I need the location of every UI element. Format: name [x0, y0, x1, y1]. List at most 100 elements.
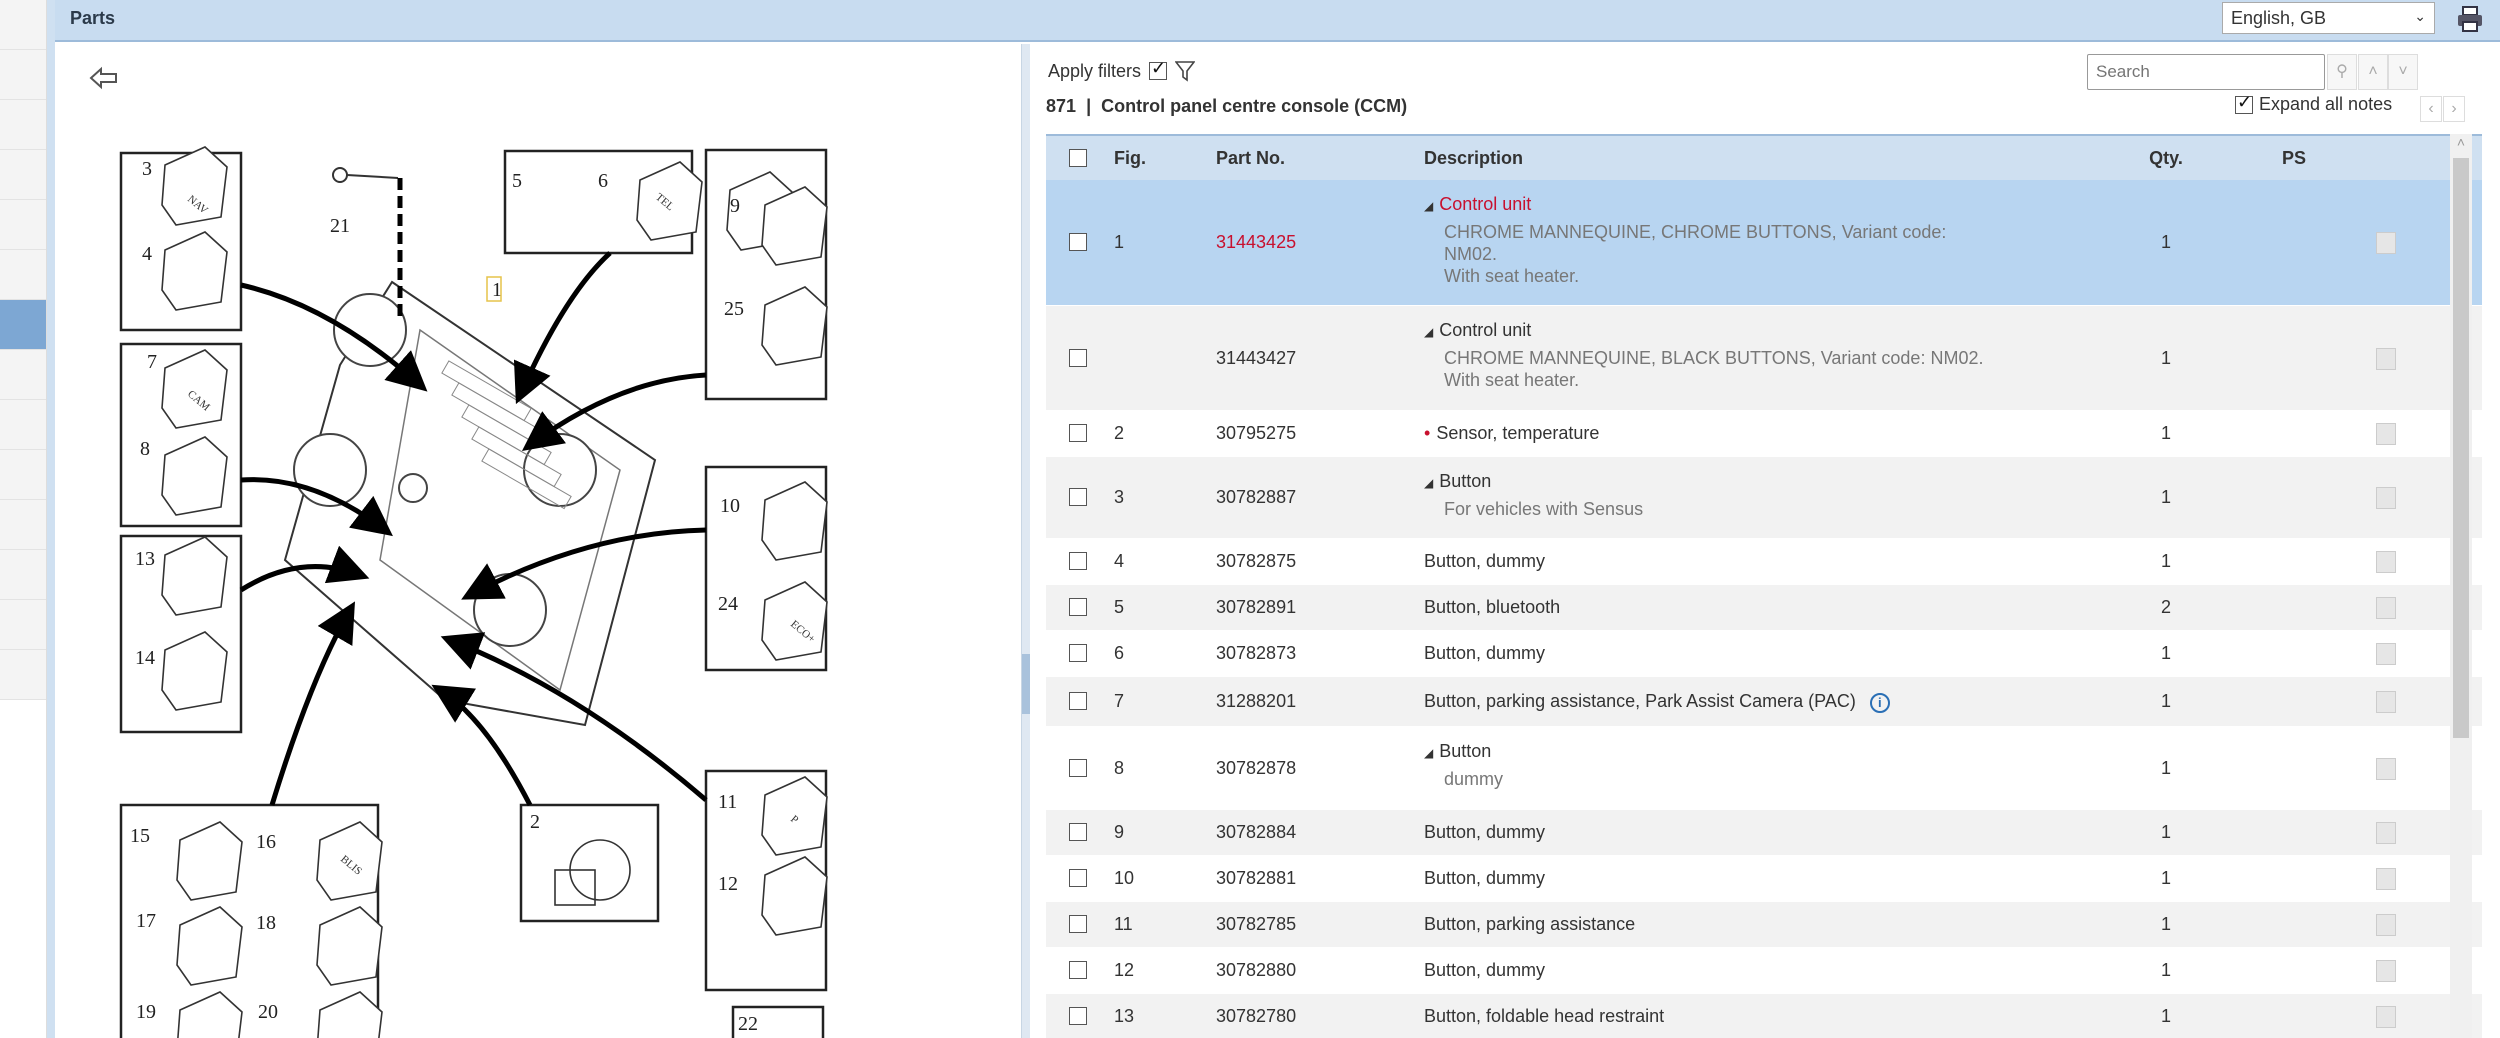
row-checkbox[interactable] — [1069, 1007, 1087, 1025]
callout-label-15[interactable]: 15 — [130, 825, 150, 847]
search-prev-button[interactable]: ˄ — [2358, 54, 2388, 90]
note-page-icon[interactable] — [2376, 423, 2396, 445]
row-checkbox[interactable] — [1069, 692, 1087, 710]
info-icon[interactable]: i — [1869, 693, 1890, 713]
sidebar-item[interactable] — [0, 600, 46, 650]
row-checkbox[interactable] — [1069, 758, 1087, 777]
sidebar-item[interactable] — [0, 450, 46, 500]
callout-label-10[interactable]: 10 — [720, 495, 740, 517]
column-part-no[interactable]: Part No. — [1216, 148, 1285, 169]
sidebar-item[interactable] — [0, 250, 46, 300]
sidebar-item[interactable] — [0, 350, 46, 400]
note-page-icon[interactable] — [2376, 868, 2396, 890]
print-icon[interactable] — [2455, 4, 2485, 34]
row-checkbox[interactable] — [1069, 823, 1087, 841]
callout-label-4[interactable]: 4 — [142, 243, 152, 265]
row-part-no[interactable]: 30782875 — [1216, 551, 1296, 572]
callout-label-7[interactable]: 7 — [147, 351, 157, 373]
callout-label-6[interactable]: 6 — [598, 170, 608, 192]
sidebar-item[interactable] — [0, 400, 46, 450]
row-part-no[interactable]: 31443427 — [1216, 348, 1296, 369]
callout-label-2[interactable]: 2 — [530, 811, 540, 833]
callout-label-14[interactable]: 14 — [135, 647, 155, 669]
row-part-no[interactable]: 30795275 — [1216, 423, 1296, 444]
row-part-no[interactable]: 30782873 — [1216, 643, 1296, 664]
search-input[interactable] — [2087, 54, 2325, 90]
row-checkbox[interactable] — [1069, 961, 1087, 979]
table-row[interactable]: 7 31288201 Button, parking assistance, P… — [1046, 677, 2482, 727]
callout-label-22[interactable]: 22 — [738, 1013, 758, 1035]
sidebar-item[interactable] — [0, 150, 46, 200]
sidebar-item[interactable] — [0, 50, 46, 100]
row-part-no[interactable]: 31443425 — [1216, 232, 1296, 253]
search-next-button[interactable]: ˅ — [2388, 54, 2418, 90]
note-page-icon[interactable] — [2376, 643, 2396, 665]
sidebar-item-selected[interactable] — [0, 300, 46, 350]
callout-label-24[interactable]: 24 — [718, 593, 738, 615]
language-select[interactable]: English, GB ⌄ — [2222, 2, 2435, 34]
table-row[interactable]: 4 30782875 Button, dummy 1 — [1046, 539, 2482, 585]
callout-label-8[interactable]: 8 — [140, 438, 150, 460]
table-row[interactable]: 9 30782884 Button, dummy 1 — [1046, 810, 2482, 856]
select-all-checkbox[interactable] — [1069, 149, 1087, 167]
expand-all-notes-checkbox[interactable] — [2235, 92, 2253, 114]
row-checkbox[interactable] — [1069, 552, 1087, 570]
collapse-triangle-icon[interactable]: ◢ — [1424, 199, 1433, 213]
note-page-icon[interactable] — [2376, 551, 2396, 573]
table-row[interactable]: 31443427 ◢ Control unit CHROME MANNEQUINE,… — [1046, 306, 2482, 411]
sidebar-item[interactable] — [0, 200, 46, 250]
collapse-triangle-icon[interactable]: ◢ — [1424, 476, 1433, 490]
row-checkbox[interactable] — [1069, 644, 1087, 662]
sidebar-item[interactable] — [0, 650, 46, 700]
note-page-icon[interactable] — [2376, 757, 2396, 780]
filter-icon[interactable] — [1175, 60, 1196, 82]
table-scrollbar[interactable]: ˄ — [2450, 134, 2472, 1038]
table-row[interactable]: 11 30782785 Button, parking assistance 1 — [1046, 902, 2482, 948]
collapse-triangle-icon[interactable]: ◢ — [1424, 325, 1433, 339]
apply-filters-checkbox[interactable] — [1149, 58, 1168, 80]
table-row[interactable]: 12 30782880 Button, dummy 1 — [1046, 948, 2482, 994]
row-checkbox[interactable] — [1069, 598, 1087, 616]
table-row[interactable]: 2 30795275 • Sensor, temperature 1 — [1046, 411, 2482, 457]
callout-label-5[interactable]: 5 — [512, 170, 522, 192]
row-checkbox[interactable] — [1069, 869, 1087, 887]
scrollbar-thumb[interactable] — [2453, 158, 2469, 738]
table-row[interactable]: 1 31443425 ◢ Control unit CHROME MANNEQUIN… — [1046, 180, 2482, 306]
callout-label-12[interactable]: 12 — [718, 873, 738, 895]
note-page-icon[interactable] — [2376, 487, 2396, 509]
callout-label-21[interactable]: 21 — [330, 215, 350, 237]
column-qty[interactable]: Qty. — [2136, 148, 2196, 169]
callout-label-25[interactable]: 25 — [724, 298, 744, 320]
row-checkbox[interactable] — [1069, 233, 1087, 251]
column-ps[interactable]: PS — [2282, 148, 2306, 169]
table-row[interactable]: 6 30782873 Button, dummy 1 — [1046, 631, 2482, 677]
note-page-icon[interactable] — [2376, 960, 2396, 982]
column-fig[interactable]: Fig. — [1114, 148, 1146, 169]
row-checkbox[interactable] — [1069, 488, 1087, 506]
search-icon[interactable]: ⚲ — [2327, 54, 2357, 90]
note-page-icon[interactable] — [2376, 691, 2396, 713]
callout-label-13[interactable]: 13 — [135, 548, 155, 570]
sidebar-item[interactable] — [0, 100, 46, 150]
table-row[interactable]: 5 30782891 Button, bluetooth 2 — [1046, 585, 2482, 631]
sidebar-collapse-handle[interactable] — [47, 0, 55, 1038]
callout-label-19[interactable]: 19 — [136, 1001, 156, 1023]
row-checkbox[interactable] — [1069, 915, 1087, 933]
callout-label-3[interactable]: 3 — [142, 158, 152, 180]
row-part-no[interactable]: 30782785 — [1216, 914, 1296, 935]
sidebar-item[interactable] — [0, 550, 46, 600]
sidebar-item[interactable] — [0, 500, 46, 550]
sidebar-item[interactable] — [0, 0, 46, 50]
row-part-no[interactable]: 30782884 — [1216, 822, 1296, 843]
row-checkbox[interactable] — [1069, 424, 1087, 442]
row-checkbox[interactable] — [1069, 348, 1087, 367]
table-row[interactable]: 3 30782887 ◢ Button For vehicles with Sens… — [1046, 457, 2482, 539]
note-page-icon[interactable] — [2376, 347, 2396, 370]
table-row[interactable]: 10 30782881 Button, dummy 1 — [1046, 856, 2482, 902]
note-page-icon[interactable] — [2376, 597, 2396, 619]
next-note-button[interactable]: › — [2443, 96, 2465, 122]
note-page-icon[interactable] — [2376, 1006, 2396, 1028]
callout-label-16[interactable]: 16 — [256, 831, 276, 853]
row-part-no[interactable]: 30782880 — [1216, 960, 1296, 981]
table-row[interactable]: 13 30782780 Button, foldable head restra… — [1046, 994, 2482, 1038]
